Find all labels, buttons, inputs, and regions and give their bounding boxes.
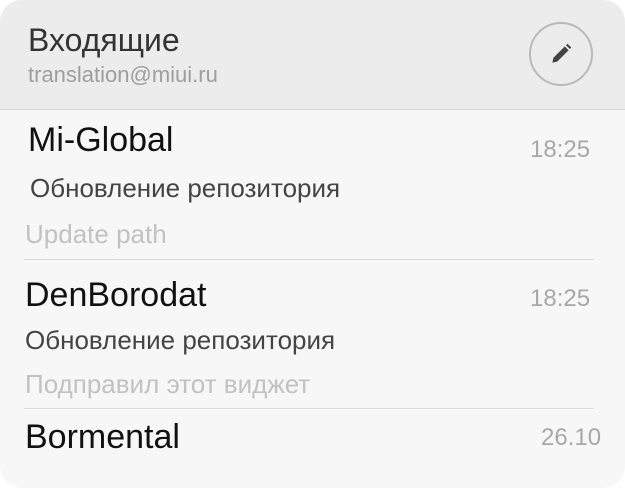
inbox-widget: Входящие translation@miui.ru Mi-Global 1… [0, 0, 625, 488]
message-time: 26.10 [541, 424, 602, 451]
pencil-icon [552, 43, 572, 63]
message-item[interactable]: Bormental 26.10 [0, 409, 625, 488]
compose-button[interactable] [529, 22, 593, 86]
message-preview: Подправил этот виджет [25, 369, 311, 399]
message-time: 18:25 [530, 285, 591, 312]
account-email: translation@miui.ru [28, 62, 218, 87]
message-sender: DenBorodat [25, 276, 207, 314]
inbox-header[interactable]: Входящие translation@miui.ru [0, 0, 625, 110]
message-subject: Обновление репозитория [25, 325, 336, 355]
message-subject: Обновление репозитория [30, 173, 341, 203]
message-sender: Bormental [25, 418, 180, 456]
message-item[interactable]: DenBorodat 18:25 Обновление репозитория … [0, 260, 625, 408]
message-preview: Update path [25, 219, 167, 249]
inbox-title: Входящие [28, 22, 180, 58]
message-item[interactable]: Mi-Global 18:25 Обновление репозитория U… [0, 110, 625, 260]
message-sender: Mi-Global [28, 121, 174, 159]
message-time: 18:25 [530, 136, 591, 163]
